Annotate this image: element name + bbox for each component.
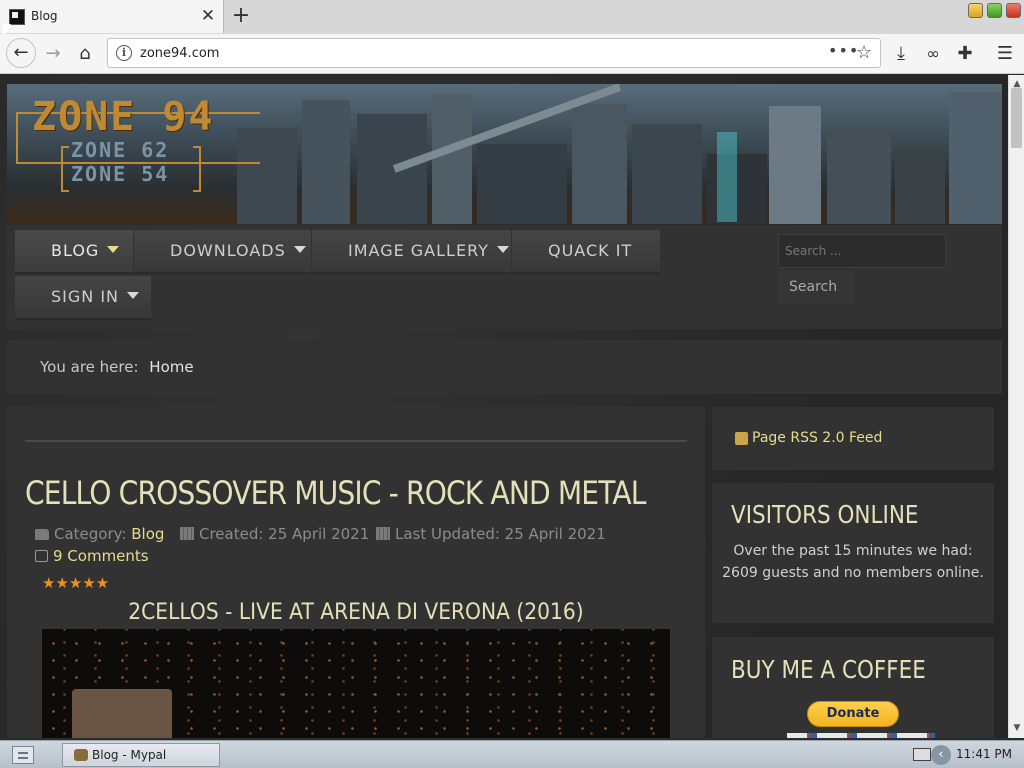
dropdown-caret-icon xyxy=(107,246,120,253)
taskbar-item-browser[interactable]: Blog - Mypal xyxy=(62,743,220,767)
home-icon[interactable]: ⌂ xyxy=(71,40,99,68)
comments-link[interactable]: 9 Comments xyxy=(53,547,149,565)
category-link[interactable]: Blog xyxy=(131,525,164,543)
created-date: Created: 25 April 2021 xyxy=(199,525,370,543)
menu-hamburger-icon[interactable]: ☰ xyxy=(991,40,1019,68)
article-created: Created: 25 April 2021 xyxy=(180,525,369,543)
article-category: Category: Blog xyxy=(35,525,164,543)
page-actions-icon[interactable]: ••• xyxy=(828,41,859,60)
browser-tab-blog[interactable]: Blog ✕ xyxy=(0,0,224,33)
search-input[interactable]: Search ... xyxy=(778,234,946,268)
donate-button[interactable]: Donate xyxy=(807,701,899,727)
divider xyxy=(25,440,687,442)
site-header-banner: ZONE 94 ZONE 62 ZONE 54 xyxy=(7,84,1002,224)
nav-item-label: QUACK IT xyxy=(548,241,633,260)
forward-arrow-icon[interactable]: → xyxy=(39,40,67,68)
logo-subtitle-1: ZONE 62 xyxy=(71,138,170,162)
visitors-title: VISITORS ONLINE xyxy=(731,500,919,529)
close-tab-icon[interactable]: ✕ xyxy=(199,6,217,26)
keyboard-layout-icon[interactable] xyxy=(913,748,931,761)
nav-item-downloads[interactable]: DOWNLOADS xyxy=(134,230,311,274)
site-favicon-icon xyxy=(9,9,25,25)
tray-expand-icon[interactable]: ‹ xyxy=(931,745,951,765)
nav-item-sign-in[interactable]: SIGN IN xyxy=(15,276,151,320)
calendar-icon xyxy=(376,527,390,540)
visitors-text: Over the past 15 minutes we had: 2609 gu… xyxy=(722,543,984,581)
page-scrollbar[interactable]: ▲ ▼ xyxy=(1008,75,1024,738)
video-title: 2CELLOS - LIVE AT ARENA DI VERONA (2016) xyxy=(128,600,584,625)
search-button[interactable]: Search xyxy=(778,270,854,304)
article-updated: Last Updated: 25 April 2021 xyxy=(376,525,606,543)
os-taskbar: Blog - Mypal ‹ 11:41 PM xyxy=(0,740,1024,768)
download-icon[interactable]: ⤓ xyxy=(887,40,915,68)
new-tab-button[interactable]: + xyxy=(229,3,253,29)
taskbar-item-label: Blog - Mypal xyxy=(92,748,167,762)
system-clock[interactable]: 11:41 PM xyxy=(956,747,1012,761)
nav-item-label: DOWNLOADS xyxy=(170,241,286,260)
browser-tab-bar: Blog ✕ + xyxy=(0,0,1024,34)
bookmark-star-icon[interactable]: ☆ xyxy=(856,42,872,63)
comment-icon xyxy=(35,550,48,562)
rss-feed-icon xyxy=(735,432,748,445)
embedded-video[interactable] xyxy=(42,629,670,738)
article-title[interactable]: CELLO CROSSOVER MUSIC - ROCK AND METAL xyxy=(25,474,646,512)
scrollbar-thumb[interactable] xyxy=(1011,88,1022,148)
coffee-title: BUY ME A COFFEE xyxy=(731,655,926,684)
close-window-button[interactable] xyxy=(1006,3,1021,18)
dropdown-caret-icon xyxy=(127,292,140,299)
nav-item-blog[interactable]: BLOG xyxy=(15,230,133,274)
site-info-icon[interactable]: i xyxy=(116,45,132,61)
rss-feed-link[interactable]: Page RSS 2.0 Feed xyxy=(752,430,882,446)
extensions-puzzle-icon[interactable]: ✚ xyxy=(951,40,979,68)
nav-item-quack-it[interactable]: QUACK IT xyxy=(512,230,660,274)
nav-item-label: SIGN IN xyxy=(51,287,120,306)
dropdown-caret-icon xyxy=(293,246,306,253)
address-bar[interactable]: i zone94.com ••• ☆ xyxy=(107,38,881,68)
start-menu-icon[interactable] xyxy=(12,746,34,764)
web-page: ZONE 94 ZONE 62 ZONE 54 BLOG DOWNLOADS I… xyxy=(0,75,1008,738)
browser-nav-bar: ← → ⌂ i zone94.com ••• ☆ ⤓ ∞ ✚ ☰ xyxy=(0,34,1024,74)
article-comments: 9 Comments xyxy=(35,547,149,565)
breadcrumb-home-link[interactable]: Home xyxy=(149,358,193,376)
folder-icon xyxy=(35,529,49,540)
browser-app-icon xyxy=(74,749,88,761)
site-logo[interactable]: ZONE 94 xyxy=(32,94,215,140)
maximize-window-button[interactable] xyxy=(987,3,1002,18)
scroll-down-icon[interactable]: ▼ xyxy=(1010,721,1024,735)
coffee-module: BUY ME A COFFEE Donate xyxy=(712,637,994,738)
article-panel: CELLO CROSSOVER MUSIC - ROCK AND METAL C… xyxy=(7,407,705,738)
minimize-window-button[interactable] xyxy=(968,3,983,18)
private-mask-icon[interactable]: ∞ xyxy=(919,40,947,68)
updated-date: Last Updated: 25 April 2021 xyxy=(395,525,606,543)
url-text[interactable]: zone94.com xyxy=(140,46,219,61)
dropdown-caret-icon xyxy=(496,246,509,253)
breadcrumb-prefix: You are here: xyxy=(40,358,139,376)
nav-item-image-gallery[interactable]: IMAGE GALLERY xyxy=(312,230,511,274)
nav-item-label: IMAGE GALLERY xyxy=(348,241,489,260)
rss-module: Page RSS 2.0 Feed xyxy=(712,407,994,470)
back-arrow-icon[interactable]: ← xyxy=(6,38,36,68)
main-navigation: BLOG DOWNLOADS IMAGE GALLERY QUACK IT SI… xyxy=(7,225,1002,329)
logo-subtitle-2: ZONE 54 xyxy=(71,162,170,186)
breadcrumb: You are here: Home xyxy=(7,340,1002,394)
rating-stars[interactable]: ★★★★★ xyxy=(42,574,109,592)
visitors-module: VISITORS ONLINE Over the past 15 minutes… xyxy=(712,483,994,623)
category-label: Category: xyxy=(54,525,127,543)
tab-title: Blog xyxy=(31,9,58,23)
arena-silhouette xyxy=(72,689,172,738)
payment-cards-icon xyxy=(787,733,935,738)
nav-item-label: BLOG xyxy=(51,241,100,260)
calendar-icon xyxy=(180,527,194,540)
